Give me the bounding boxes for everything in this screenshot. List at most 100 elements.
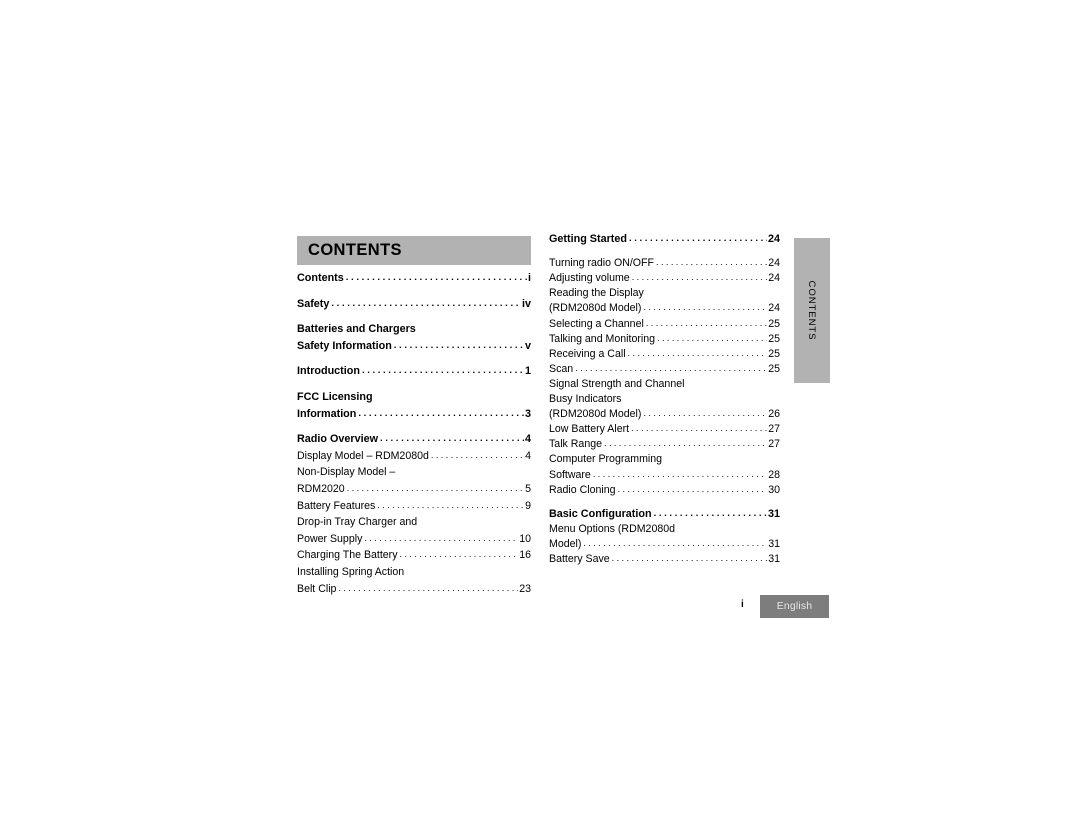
toc-entry[interactable]: Talking and Monitoring..................… — [549, 332, 780, 347]
toc-entry-page: 30 — [768, 483, 780, 496]
toc-leader-dots: ........................................… — [345, 272, 527, 283]
toc-entry[interactable]: Software................................… — [549, 468, 780, 483]
toc-leader-dots: ........................................… — [617, 483, 768, 494]
contents-header-bar: CONTENTS — [297, 236, 531, 265]
manual-page: CONTENTS Contents.......................… — [0, 0, 1080, 834]
toc-leader-dots: ........................................… — [604, 438, 768, 449]
toc-entry-page: 25 — [768, 317, 780, 330]
toc-entry[interactable]: Menu Options (RDM2080d..................… — [549, 522, 780, 537]
toc-entry-label: Busy Indicators — [549, 393, 622, 406]
toc-leader-dots: ........................................… — [346, 482, 525, 493]
toc-leader-dots: ........................................… — [643, 408, 768, 419]
toc-entry[interactable]: Low Battery Alert.......................… — [549, 422, 780, 437]
toc-entry[interactable]: (RDM2080d Model)........................… — [549, 407, 780, 422]
toc-entry-label: Selecting a Channel — [549, 317, 644, 330]
toc-entry-label: Adjusting volume — [549, 272, 630, 285]
toc-entry[interactable]: Display Model – RDM2080d................… — [297, 448, 531, 465]
toc-entry[interactable]: Installing Spring Action................… — [297, 564, 531, 581]
toc-entry-page: 16 — [519, 549, 531, 562]
toc-entry-page: i — [528, 272, 531, 284]
toc-entry-label: Low Battery Alert — [549, 423, 630, 436]
toc-entry[interactable]: Receiving a Call........................… — [549, 347, 780, 362]
toc-entry-label: Battery Save — [549, 553, 610, 566]
toc-entry-label: Introduction — [297, 365, 360, 378]
toc-entry[interactable]: Signal Strength and Channel.............… — [549, 377, 780, 392]
toc-entry-page: 31 — [768, 537, 780, 550]
toc-entry[interactable]: (RDM2080d Model)........................… — [549, 301, 780, 316]
toc-entry-page: 4 — [524, 433, 531, 446]
toc-entry-label: Safety — [297, 297, 330, 310]
toc-entry[interactable]: Radio Cloning...........................… — [549, 483, 780, 498]
toc-entry[interactable]: Charging The Battery....................… — [297, 547, 531, 564]
toc-entry[interactable]: Introduction............................… — [297, 363, 531, 380]
toc-entry[interactable]: Non-Display Model –.....................… — [297, 464, 531, 481]
toc-leader-dots: ........................................… — [656, 257, 767, 268]
toc-entry-label: (RDM2080d Model) — [549, 302, 642, 315]
toc-entry-label: Talk Range — [549, 438, 602, 451]
toc-group-spacer — [297, 380, 531, 389]
toc-entry[interactable]: Safety..................................… — [297, 296, 531, 313]
toc-entry[interactable]: Basic Configuration.....................… — [549, 507, 780, 522]
toc-entry[interactable]: RDM2020.................................… — [297, 481, 531, 498]
toc-entry-label: Display Model – RDM2080d — [297, 449, 429, 462]
toc-entry-label: Model) — [549, 537, 582, 550]
toc-left-column: Contents................................… — [297, 270, 531, 597]
toc-entry[interactable]: Model)..................................… — [549, 537, 780, 552]
toc-entry-label: Signal Strength and Channel — [549, 377, 685, 390]
toc-entry[interactable]: Busy Indicators.........................… — [549, 392, 780, 407]
toc-leader-dots: ........................................… — [575, 362, 768, 373]
toc-entry[interactable]: Information.............................… — [297, 406, 531, 423]
toc-entry-label: FCC Licensing — [297, 390, 373, 403]
toc-leader-dots: ........................................… — [364, 532, 518, 543]
toc-entry-label: Getting Started — [549, 233, 627, 245]
toc-entry-label: RDM2020 — [297, 482, 345, 495]
toc-entry[interactable]: Batteries and Chargers..................… — [297, 321, 531, 338]
toc-entry-label: Turning radio ON/OFF — [549, 257, 654, 270]
section-side-tab: CONTENTS — [794, 238, 830, 383]
toc-entry[interactable]: Talk Range..............................… — [549, 437, 780, 452]
toc-entry-label: Non-Display Model – — [297, 466, 396, 479]
toc-entry[interactable]: FCC Licensing...........................… — [297, 389, 531, 406]
toc-entry[interactable]: Power Supply............................… — [297, 531, 531, 548]
language-badge: English — [760, 595, 829, 618]
toc-entry[interactable]: Scan....................................… — [549, 362, 780, 377]
toc-leader-dots: ........................................… — [338, 582, 518, 593]
toc-entry-page: 31 — [768, 553, 780, 566]
toc-entry[interactable]: Getting Started.........................… — [549, 232, 780, 247]
toc-leader-dots: ........................................… — [657, 332, 767, 343]
toc-entry-page: 24 — [767, 233, 780, 245]
toc-entry[interactable]: Reading the Display.....................… — [549, 286, 780, 301]
toc-entry-page: 27 — [768, 438, 780, 451]
toc-entry[interactable]: Contents................................… — [297, 270, 531, 287]
toc-entry[interactable]: Radio Overview..........................… — [297, 431, 531, 448]
toc-entry[interactable]: Drop-in Tray Charger and................… — [297, 514, 531, 531]
page-footer: i English — [735, 594, 835, 620]
toc-entry[interactable]: Computer Programming....................… — [549, 452, 780, 467]
toc-entry[interactable]: Selecting a Channel.....................… — [549, 317, 780, 332]
toc-entry[interactable]: Turning radio ON/OFF....................… — [549, 256, 780, 271]
toc-leader-dots: ........................................… — [399, 549, 519, 560]
toc-entry-label: Talking and Monitoring — [549, 332, 655, 345]
side-tab-label: CONTENTS — [806, 280, 818, 341]
toc-entry[interactable]: Belt Clip...............................… — [297, 581, 531, 598]
page-number: i — [741, 599, 744, 610]
toc-group-spacer — [297, 312, 531, 321]
toc-leader-dots: ........................................… — [631, 272, 768, 283]
toc-group-spacer — [549, 498, 780, 507]
toc-leader-dots: ........................................… — [631, 423, 767, 434]
toc-entry-label: Drop-in Tray Charger and — [297, 516, 418, 529]
toc-entry-page: 23 — [519, 582, 531, 595]
toc-group-spacer — [549, 247, 780, 256]
toc-entry-page: 25 — [768, 332, 780, 345]
toc-entry[interactable]: Battery Save............................… — [549, 552, 780, 567]
toc-entry-label: Batteries and Chargers — [297, 323, 416, 336]
toc-entry[interactable]: Battery Features........................… — [297, 498, 531, 515]
toc-leader-dots: ........................................… — [380, 433, 524, 445]
toc-entry-label: Receiving a Call — [549, 347, 626, 360]
toc-entry[interactable]: Safety Information......................… — [297, 338, 531, 355]
toc-entry-page: 26 — [768, 408, 780, 421]
toc-leader-dots: ........................................… — [643, 302, 768, 313]
toc-entry-label: Reading the Display — [549, 287, 644, 300]
toc-group-spacer — [297, 354, 531, 363]
toc-entry[interactable]: Adjusting volume........................… — [549, 271, 780, 286]
